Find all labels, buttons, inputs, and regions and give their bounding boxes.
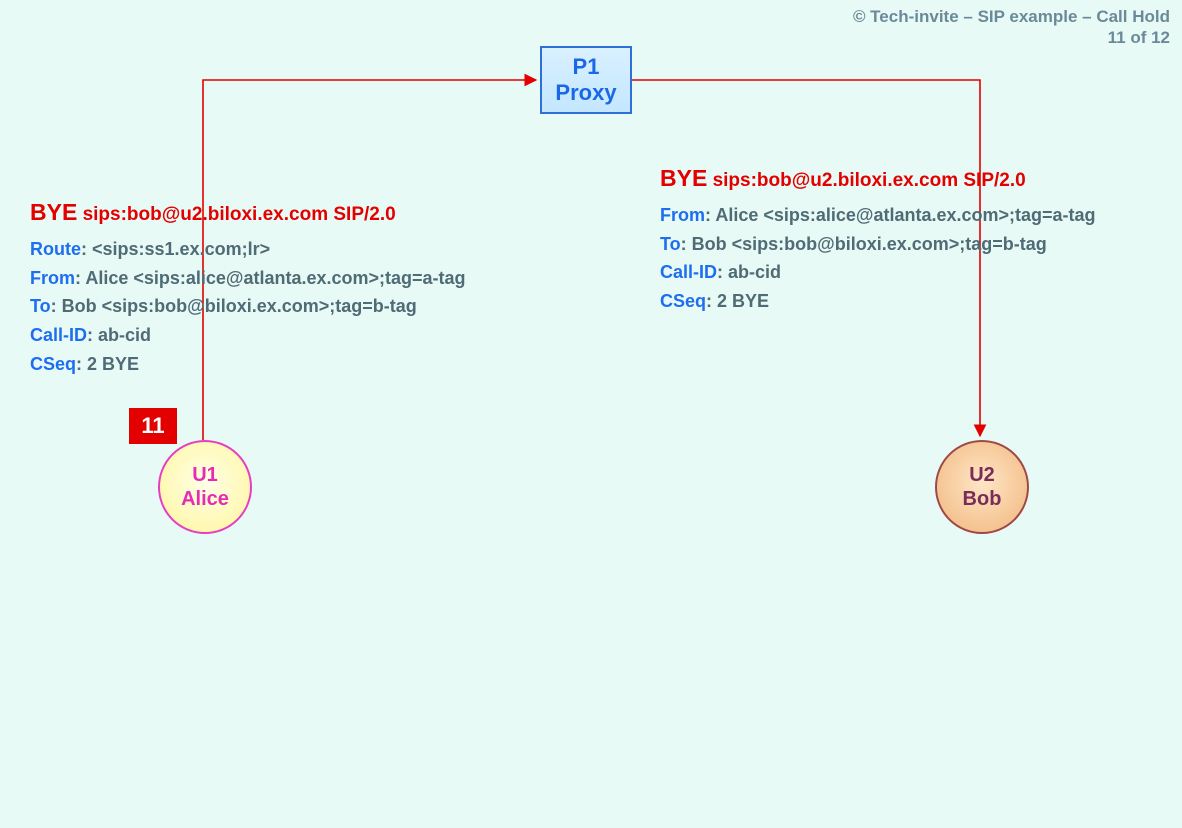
- step-badge: 11: [129, 408, 177, 444]
- flow-arrows: [0, 0, 1182, 828]
- page-indicator: 11 of 12: [853, 27, 1170, 48]
- diagram-stage: { "header": { "copyright": "© Tech-invit…: [0, 0, 1182, 828]
- u1-name: Alice: [181, 487, 229, 511]
- request-uri-right: sips:bob@u2.biloxi.ex.com SIP/2.0: [713, 170, 1026, 191]
- node-u2-bob: U2 Bob: [935, 440, 1029, 534]
- hdr-left-0: Route: <sips:ss1.ex.com;lr>: [30, 235, 510, 264]
- node-u1-alice: U1 Alice: [158, 440, 252, 534]
- header-block: © Tech-invite – SIP example – Call Hold …: [853, 6, 1170, 49]
- sip-message-left: BYE sips:bob@u2.biloxi.ex.com SIP/2.0 Ro…: [30, 194, 510, 379]
- hdr-left-2: To: Bob <sips:bob@biloxi.ex.com>;tag=b-t…: [30, 292, 510, 321]
- hdr-right-2: Call-ID: ab-cid: [660, 258, 1170, 287]
- proxy-id: P1: [573, 54, 600, 80]
- u2-name: Bob: [963, 487, 1002, 511]
- u1-id: U1: [192, 463, 218, 487]
- proxy-role: Proxy: [555, 80, 616, 106]
- request-line-left: BYE sips:bob@u2.biloxi.ex.com SIP/2.0: [30, 194, 510, 231]
- method-right: BYE: [660, 165, 707, 191]
- u2-id: U2: [969, 463, 995, 487]
- hdr-left-3: Call-ID: ab-cid: [30, 321, 510, 350]
- sip-message-right: BYE sips:bob@u2.biloxi.ex.com SIP/2.0 Fr…: [660, 160, 1170, 316]
- hdr-right-1: To: Bob <sips:bob@biloxi.ex.com>;tag=b-t…: [660, 230, 1170, 259]
- hdr-right-0: From: Alice <sips:alice@atlanta.ex.com>;…: [660, 201, 1170, 230]
- method-left: BYE: [30, 199, 77, 225]
- request-uri-left: sips:bob@u2.biloxi.ex.com SIP/2.0: [83, 204, 396, 225]
- copyright-text: © Tech-invite – SIP example – Call Hold: [853, 6, 1170, 27]
- hdr-right-3: CSeq: 2 BYE: [660, 287, 1170, 316]
- hdr-left-4: CSeq: 2 BYE: [30, 350, 510, 379]
- node-proxy: P1 Proxy: [540, 46, 632, 114]
- request-line-right: BYE sips:bob@u2.biloxi.ex.com SIP/2.0: [660, 160, 1170, 197]
- hdr-left-1: From: Alice <sips:alice@atlanta.ex.com>;…: [30, 264, 510, 293]
